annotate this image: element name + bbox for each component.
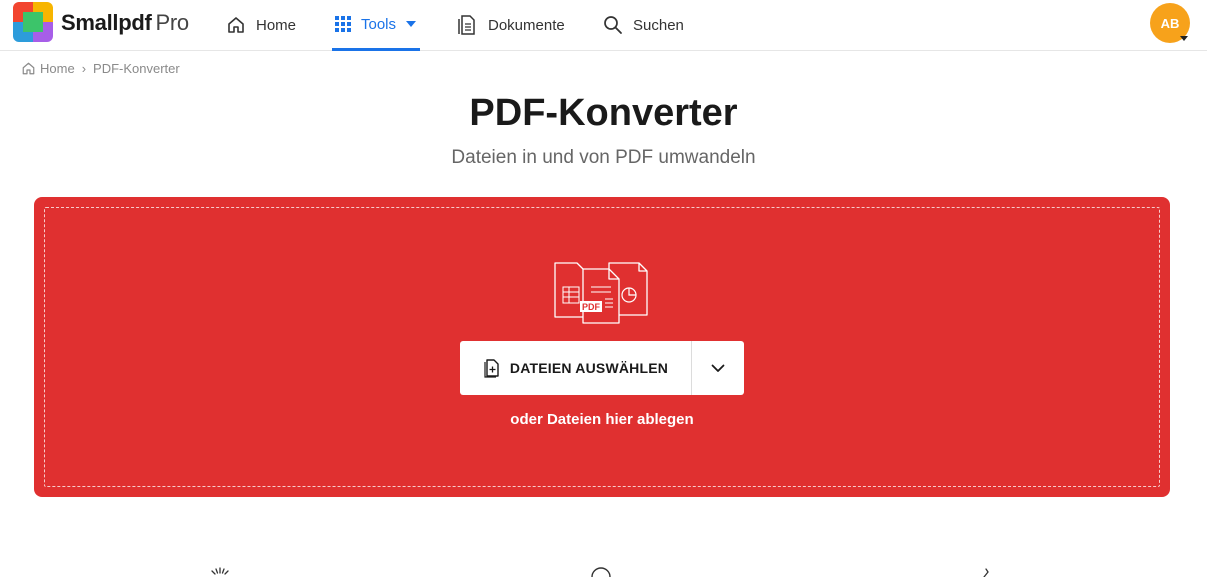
- nav-documents[interactable]: Dokumente: [456, 0, 565, 50]
- user-avatar[interactable]: AB: [1150, 3, 1190, 43]
- grid-icon: [335, 16, 351, 32]
- breadcrumb-home[interactable]: Home: [40, 61, 75, 76]
- chevron-down-icon: [711, 364, 725, 372]
- page-title: PDF-Konverter: [469, 92, 738, 134]
- file-conversion-illustration-icon: PDF: [554, 262, 648, 324]
- pdf-badge-text: PDF: [582, 302, 601, 312]
- file-dropzone[interactable]: PDF DATEIEN AUSWÄHLEN oder Dateien hier …: [34, 197, 1170, 497]
- breadcrumb-separator: ›: [81, 61, 87, 76]
- avatar-caret-icon: [1180, 36, 1188, 41]
- caret-down-icon: [406, 21, 417, 27]
- nav-tools-label: Tools: [361, 15, 397, 33]
- breadcrumb-current: PDF-Konverter: [93, 61, 180, 76]
- nav-search[interactable]: Suchen: [603, 0, 684, 50]
- brand-name[interactable]: Smallpdf Pro: [61, 10, 189, 36]
- feature-icon-left: [211, 567, 229, 575]
- upload-options-dropdown[interactable]: [691, 341, 744, 395]
- smallpdf-logo-icon[interactable]: [13, 2, 53, 42]
- home-icon: [228, 17, 244, 33]
- nav-search-label: Suchen: [633, 16, 684, 34]
- home-icon: [22, 62, 35, 75]
- nav-documents-label: Dokumente: [488, 16, 565, 34]
- nav-tools[interactable]: Tools: [332, 0, 420, 51]
- page-subtitle: Dateien in und von PDF umwandeln: [451, 147, 756, 168]
- search-icon: [604, 16, 622, 34]
- drop-hint-text: oder Dateien hier ablegen: [510, 411, 694, 428]
- brand-title: Smallpdf: [61, 10, 152, 35]
- feature-icon-center: [591, 567, 611, 577]
- add-file-icon: [484, 359, 499, 378]
- feature-icon-right: [983, 568, 989, 577]
- choose-files-label: DATEIEN AUSWÄHLEN: [509, 360, 669, 376]
- nav-home-label: Home: [256, 16, 297, 34]
- choose-files-button[interactable]: DATEIEN AUSWÄHLEN: [460, 341, 691, 395]
- top-navigation: Smallpdf Pro Home Tools Dokumente Suchen…: [0, 0, 1207, 51]
- brand-tier: Pro: [155, 10, 190, 35]
- user-initials: AB: [1160, 15, 1180, 31]
- document-icon: [458, 15, 475, 35]
- breadcrumb: Home › PDF-Konverter: [21, 61, 180, 76]
- nav-home[interactable]: Home: [226, 0, 296, 50]
